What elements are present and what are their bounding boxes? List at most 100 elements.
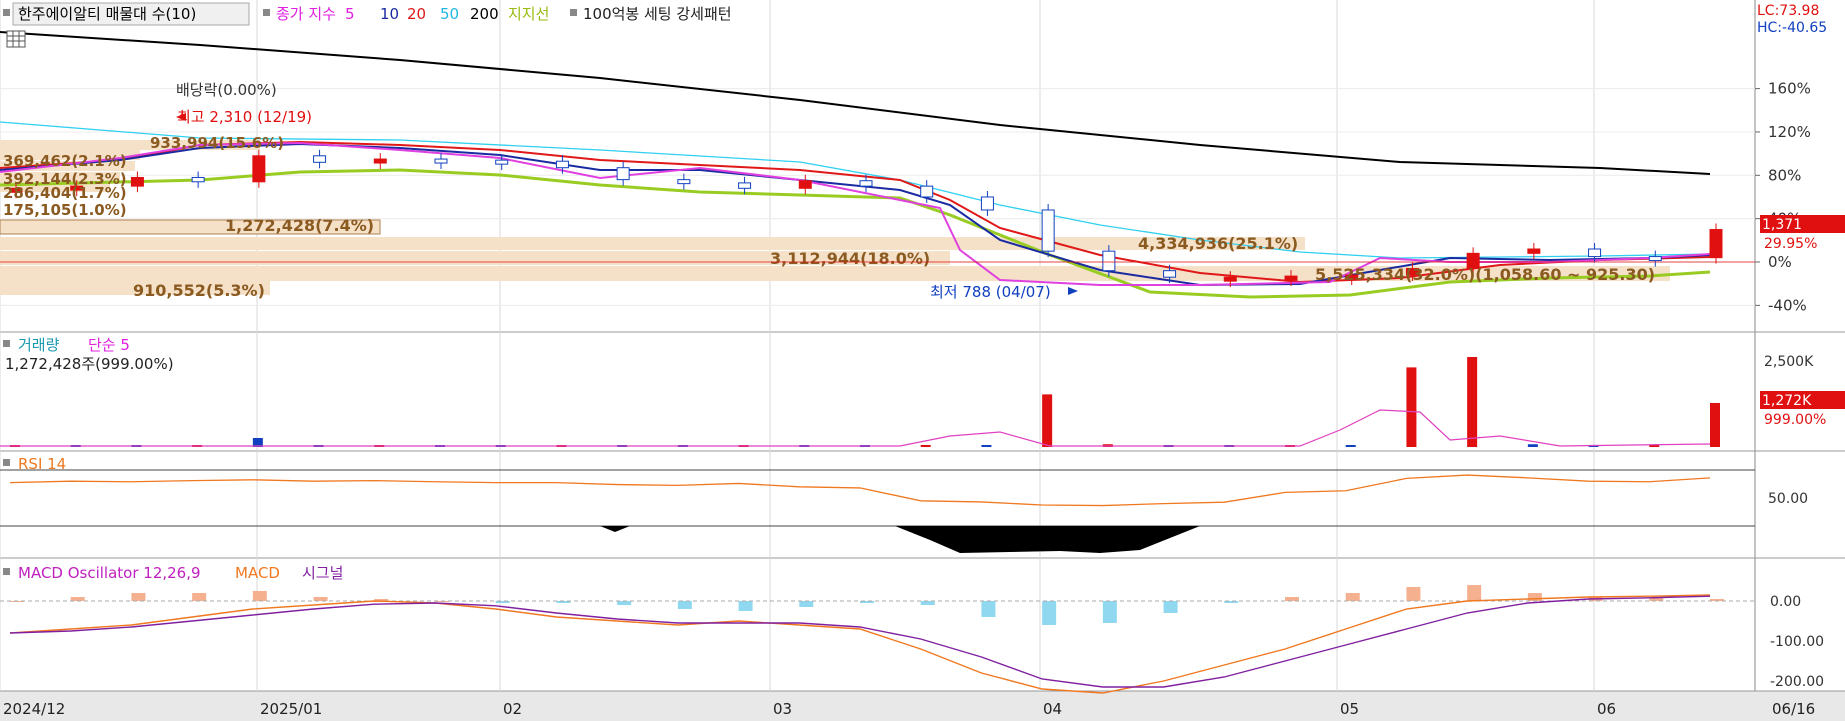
macd-osc-bar	[1406, 587, 1421, 601]
grid-settings-icon[interactable]	[6, 30, 26, 48]
x-axis-label: 03	[773, 700, 792, 718]
price-tick: 120%	[1768, 123, 1811, 141]
ma-label[interactable]: 종가 지수	[276, 5, 336, 23]
last-price: 1,371	[1762, 217, 1802, 233]
ma-period-200[interactable]: 200	[470, 5, 499, 23]
stock-title[interactable]: 한주에이알티 매물대 수(10)	[18, 5, 196, 23]
vp-label-7: 392,144(2.3%)	[3, 170, 127, 188]
volume-bar	[1345, 445, 1356, 447]
candle	[1284, 275, 1298, 281]
candle	[252, 155, 266, 183]
x-axis-label: 05	[1340, 700, 1359, 718]
macd-osc-bar	[1285, 597, 1299, 601]
lc-label: LC:73.98	[1757, 3, 1819, 19]
last-volume: 1,272K	[1762, 393, 1812, 409]
candle	[859, 180, 873, 187]
candle	[495, 159, 509, 165]
candle	[1527, 248, 1541, 254]
volume-bar	[1042, 394, 1053, 447]
candle	[1102, 250, 1116, 272]
vp-label-5: 175,105(1.0%)	[3, 201, 127, 219]
high-label: 최고 2,310 (12/19)	[177, 108, 312, 126]
volume-ma-label[interactable]: 단순 5	[88, 336, 130, 354]
macd-osc-bar	[981, 601, 996, 617]
macd-osc-bar	[799, 601, 814, 607]
legend-square-icon	[263, 9, 270, 16]
candle	[980, 196, 994, 211]
stock-chart-window: LC:73.98 HC:-40.65 160%120%80%40%0%-40% …	[0, 0, 1845, 721]
candle	[738, 182, 752, 189]
macd-osc-bar	[1467, 585, 1482, 601]
ma-period-20[interactable]: 20	[407, 5, 426, 23]
dividend-label: 배당락(0.00%)	[176, 81, 277, 99]
last-volume-pct: 999.00%	[1764, 412, 1826, 428]
candle	[191, 176, 205, 183]
x-axis-label: 2025/01	[260, 700, 322, 718]
x-axis-label: 2024/12	[3, 700, 65, 718]
volume-bar	[920, 445, 931, 447]
ma-period-5[interactable]: 5	[345, 5, 355, 23]
macd-osc-bar	[192, 593, 207, 601]
legend-square-icon	[3, 459, 10, 466]
price-tick: 80%	[1768, 166, 1801, 184]
candle	[1223, 276, 1237, 282]
macd-osc-bar	[1042, 601, 1057, 625]
x-axis-label: 02	[503, 700, 522, 718]
macd-tick-0: 0.00	[1770, 594, 1801, 610]
vp-label-3: 910,552(5.3%)	[133, 281, 265, 300]
volume-bar	[1527, 444, 1538, 447]
macd-osc-bar	[131, 593, 146, 601]
candle	[373, 158, 387, 164]
volume-bar	[1467, 357, 1478, 447]
price-tick: -40%	[1768, 296, 1807, 314]
macd-osc-bar	[252, 591, 267, 601]
candle	[555, 160, 569, 169]
vp-label-9: 933,994(15.6%)	[150, 134, 284, 152]
hc-label: HC:-40.65	[1757, 20, 1827, 36]
candle	[1709, 229, 1723, 259]
legend-square-icon	[570, 9, 577, 16]
volume-title[interactable]: 거래량	[18, 336, 60, 354]
pattern-label[interactable]: 100억봉 세팅 강세패턴	[583, 5, 732, 23]
ma-period-10[interactable]: 10	[380, 5, 399, 23]
macd-osc-bar	[1102, 601, 1117, 623]
volume-bar	[981, 445, 992, 447]
candle	[434, 158, 448, 164]
price-tick: 160%	[1768, 80, 1811, 98]
macd-osc-bar	[920, 601, 935, 605]
macd-osc-bar	[1163, 601, 1178, 613]
signal-label[interactable]: 시그널	[302, 564, 343, 582]
macd-tick-m200: -200.00	[1770, 674, 1824, 690]
candle	[616, 167, 630, 181]
legend-square-icon	[3, 568, 10, 575]
macd-osc-bar	[1345, 593, 1360, 601]
legend-square-icon	[3, 9, 10, 16]
volume-bar	[1710, 402, 1720, 447]
price-tick: 0%	[1768, 253, 1792, 271]
ma-period-50[interactable]: 50	[440, 5, 459, 23]
rsi-tick-50: 50.00	[1768, 491, 1808, 507]
volume-last-label: 1,272,428주(999.00%)	[5, 355, 174, 373]
low-label: 최저 788 (04/07)	[930, 283, 1051, 301]
vp-label-2: 1,272,428(7.4%)	[225, 216, 374, 235]
candle	[920, 185, 934, 198]
macd-label[interactable]: MACD	[235, 564, 280, 582]
candle	[798, 180, 812, 189]
macd-tick-m100: -100.00	[1770, 634, 1824, 650]
candle	[1163, 270, 1177, 278]
macd-osc-bar	[70, 597, 85, 601]
x-axis-label: 06/16	[1772, 700, 1815, 718]
vp-label-1: 3,112,944(18.0%)	[770, 249, 930, 268]
candle	[313, 155, 327, 163]
vp-label-8: 369,462(2.1%)	[3, 152, 127, 170]
x-axis-label: 04	[1043, 700, 1062, 718]
macd-title[interactable]: MACD Oscillator 12,26,9	[18, 564, 201, 582]
candle	[1041, 209, 1055, 252]
volume-tick-2500k: 2,500K	[1764, 354, 1814, 370]
candle	[1648, 256, 1662, 262]
support-label[interactable]: 지지선	[508, 5, 549, 23]
macd-osc-bar	[617, 601, 632, 605]
volume-bar	[1406, 367, 1417, 447]
x-axis-label: 06	[1597, 700, 1616, 718]
rsi-title[interactable]: RSI 14	[18, 455, 66, 473]
